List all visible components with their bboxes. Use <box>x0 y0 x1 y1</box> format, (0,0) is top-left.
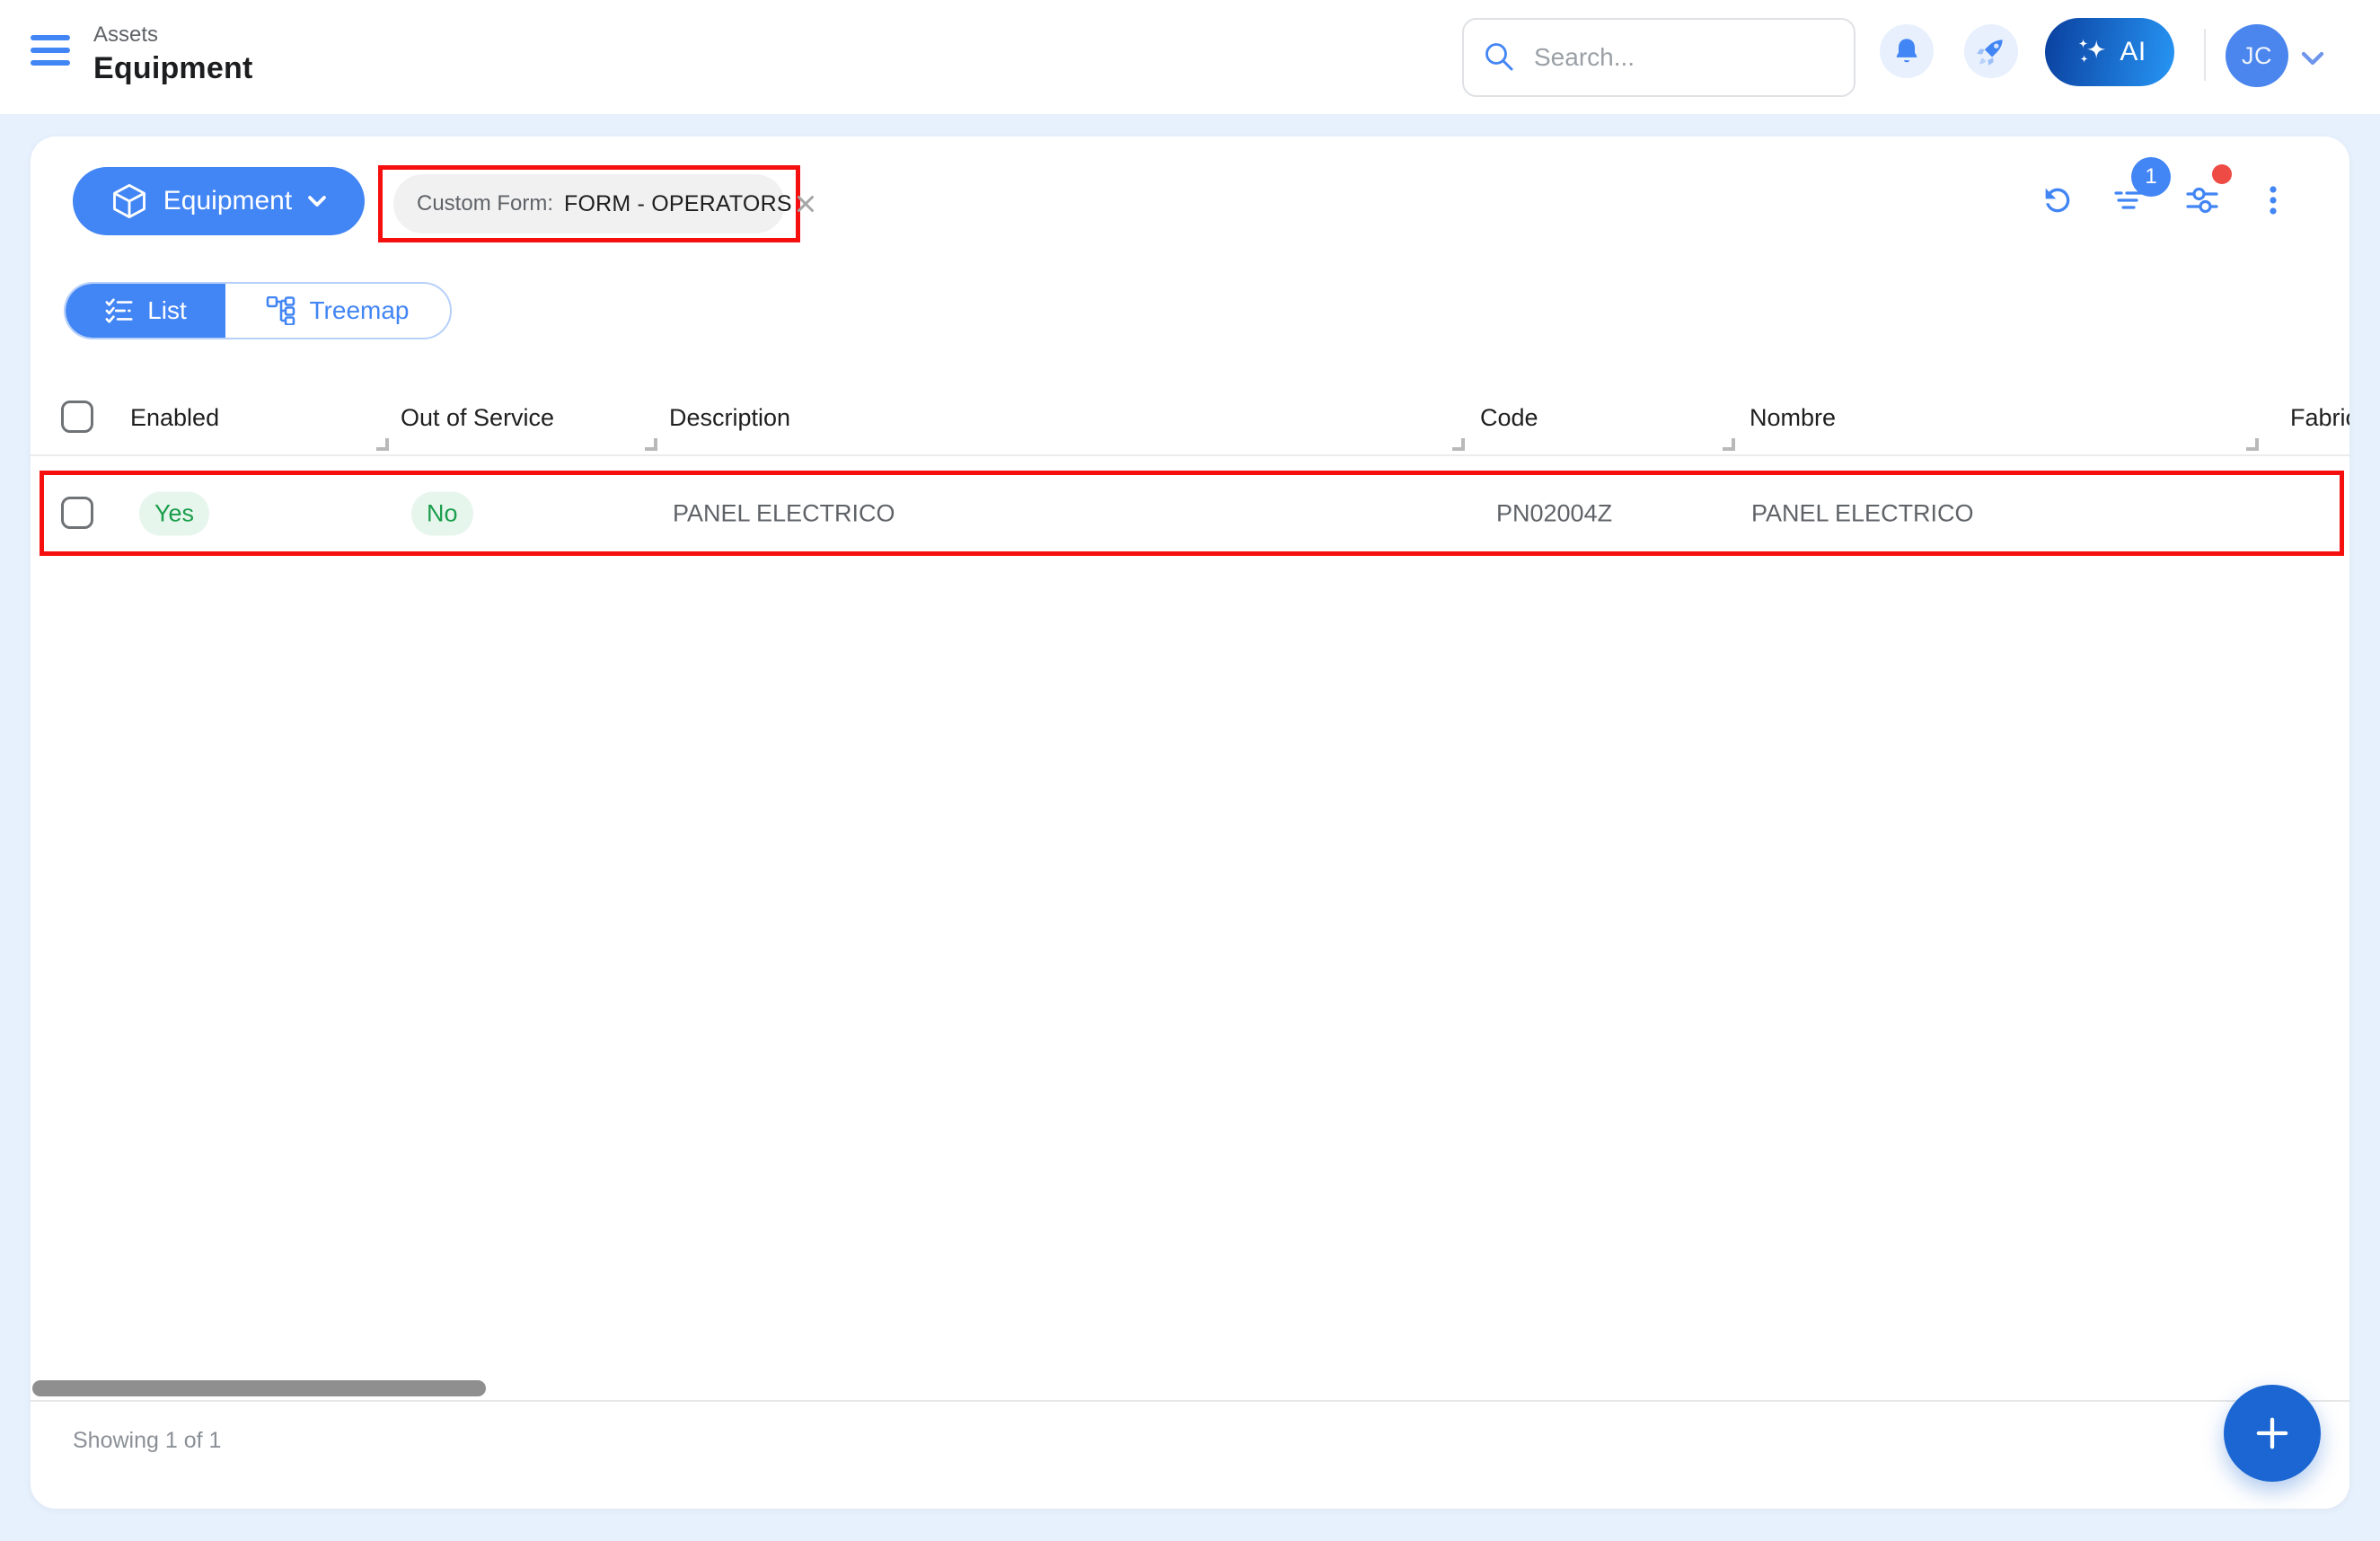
column-settings-button[interactable] <box>2184 182 2220 218</box>
column-resize-handle[interactable] <box>1723 438 1735 451</box>
tab-treemap[interactable]: Treemap <box>225 284 450 338</box>
column-header-description[interactable]: Description <box>669 381 790 454</box>
showing-count-text: Showing 1 of 1 <box>73 1428 222 1453</box>
column-resize-handle[interactable] <box>1452 438 1465 451</box>
footer-divider <box>31 1400 2349 1402</box>
column-header-code[interactable]: Code <box>1480 381 1538 454</box>
avatar-chevron-down-icon[interactable] <box>2299 49 2326 67</box>
cell-code: PN02004Z <box>1496 499 1613 526</box>
annotation-box-custom-form: Custom Form: FORM - OPERATORS <box>378 165 814 242</box>
plus-icon <box>2256 1417 2288 1449</box>
entity-selector-label: Equipment <box>163 186 293 216</box>
page-title: Equipment <box>93 51 253 85</box>
tab-treemap-label: Treemap <box>309 296 410 324</box>
custom-form-filter-chip[interactable]: Custom Form: FORM - OPERATORS <box>393 174 814 233</box>
search-input[interactable] <box>1534 43 1821 72</box>
treemap-icon <box>267 296 295 325</box>
top-bar: Assets Equipment AI JC <box>0 0 2380 114</box>
topbar-divider <box>2204 29 2206 81</box>
refresh-button[interactable] <box>2040 182 2076 218</box>
tab-list[interactable]: List <box>66 284 225 338</box>
list-icon <box>105 298 133 323</box>
view-tabs: List Treemap <box>64 282 452 339</box>
settings-alert-dot <box>2212 164 2232 184</box>
chip-close-button[interactable] <box>792 190 819 217</box>
enabled-badge: Yes <box>139 491 210 535</box>
column-header-nombre[interactable]: Nombre <box>1750 381 1836 454</box>
sparkles-icon <box>2078 39 2107 63</box>
column-header-enabled[interactable]: Enabled <box>130 381 219 454</box>
hamburger-icon <box>31 35 70 40</box>
search-icon <box>1485 43 1513 71</box>
close-icon <box>797 196 814 212</box>
cell-description: PANEL ELECTRICO <box>673 499 895 526</box>
horizontal-scrollbar-thumb[interactable] <box>32 1380 486 1396</box>
table-header-row: Enabled Out of Service Description Code … <box>31 381 2349 456</box>
more-options-button[interactable] <box>2255 182 2291 218</box>
user-avatar[interactable]: JC <box>2226 24 2288 87</box>
ai-assistant-button[interactable]: AI <box>2045 18 2174 86</box>
column-resize-handle[interactable] <box>645 438 657 451</box>
chip-label: Custom Form: <box>417 191 554 216</box>
column-header-fabricante[interactable]: Fabricante <box>2290 381 2349 454</box>
entity-selector-button[interactable]: Equipment <box>73 167 365 235</box>
row-checkbox[interactable] <box>61 497 93 529</box>
ai-button-label: AI <box>2120 37 2146 66</box>
chip-value: FORM - OPERATORS <box>564 190 792 216</box>
out-of-service-badge: No <box>411 491 473 535</box>
add-button[interactable] <box>2224 1385 2321 1482</box>
bell-icon <box>1896 39 1917 63</box>
entity-chevron-down-icon <box>308 196 327 207</box>
select-all-checkbox[interactable] <box>61 401 93 433</box>
content-card: Equipment Custom Form: FORM - OPERATORS <box>31 136 2349 1509</box>
tab-list-label: List <box>147 296 187 324</box>
filter-badge-count: 1 <box>2145 164 2157 189</box>
breadcrumb-parent: Assets <box>93 22 159 47</box>
hamburger-menu-button[interactable] <box>31 35 72 78</box>
search-box[interactable] <box>1462 18 1856 97</box>
table-row[interactable]: Yes No PANEL ELECTRICO PN02004Z PANEL EL… <box>31 471 2349 556</box>
notifications-button[interactable] <box>1880 24 1934 78</box>
rocket-button[interactable] <box>1964 24 2018 78</box>
cube-icon <box>112 183 145 219</box>
column-resize-handle[interactable] <box>2246 438 2259 451</box>
rocket-icon <box>1977 40 2003 66</box>
avatar-initials: JC <box>2242 41 2272 69</box>
filter-count-badge: 1 <box>2131 157 2171 197</box>
column-header-out-of-service[interactable]: Out of Service <box>401 381 554 454</box>
column-resize-handle[interactable] <box>376 438 389 451</box>
breadcrumb: Assets Equipment <box>93 22 252 88</box>
cell-nombre: PANEL ELECTRICO <box>1751 499 1974 526</box>
